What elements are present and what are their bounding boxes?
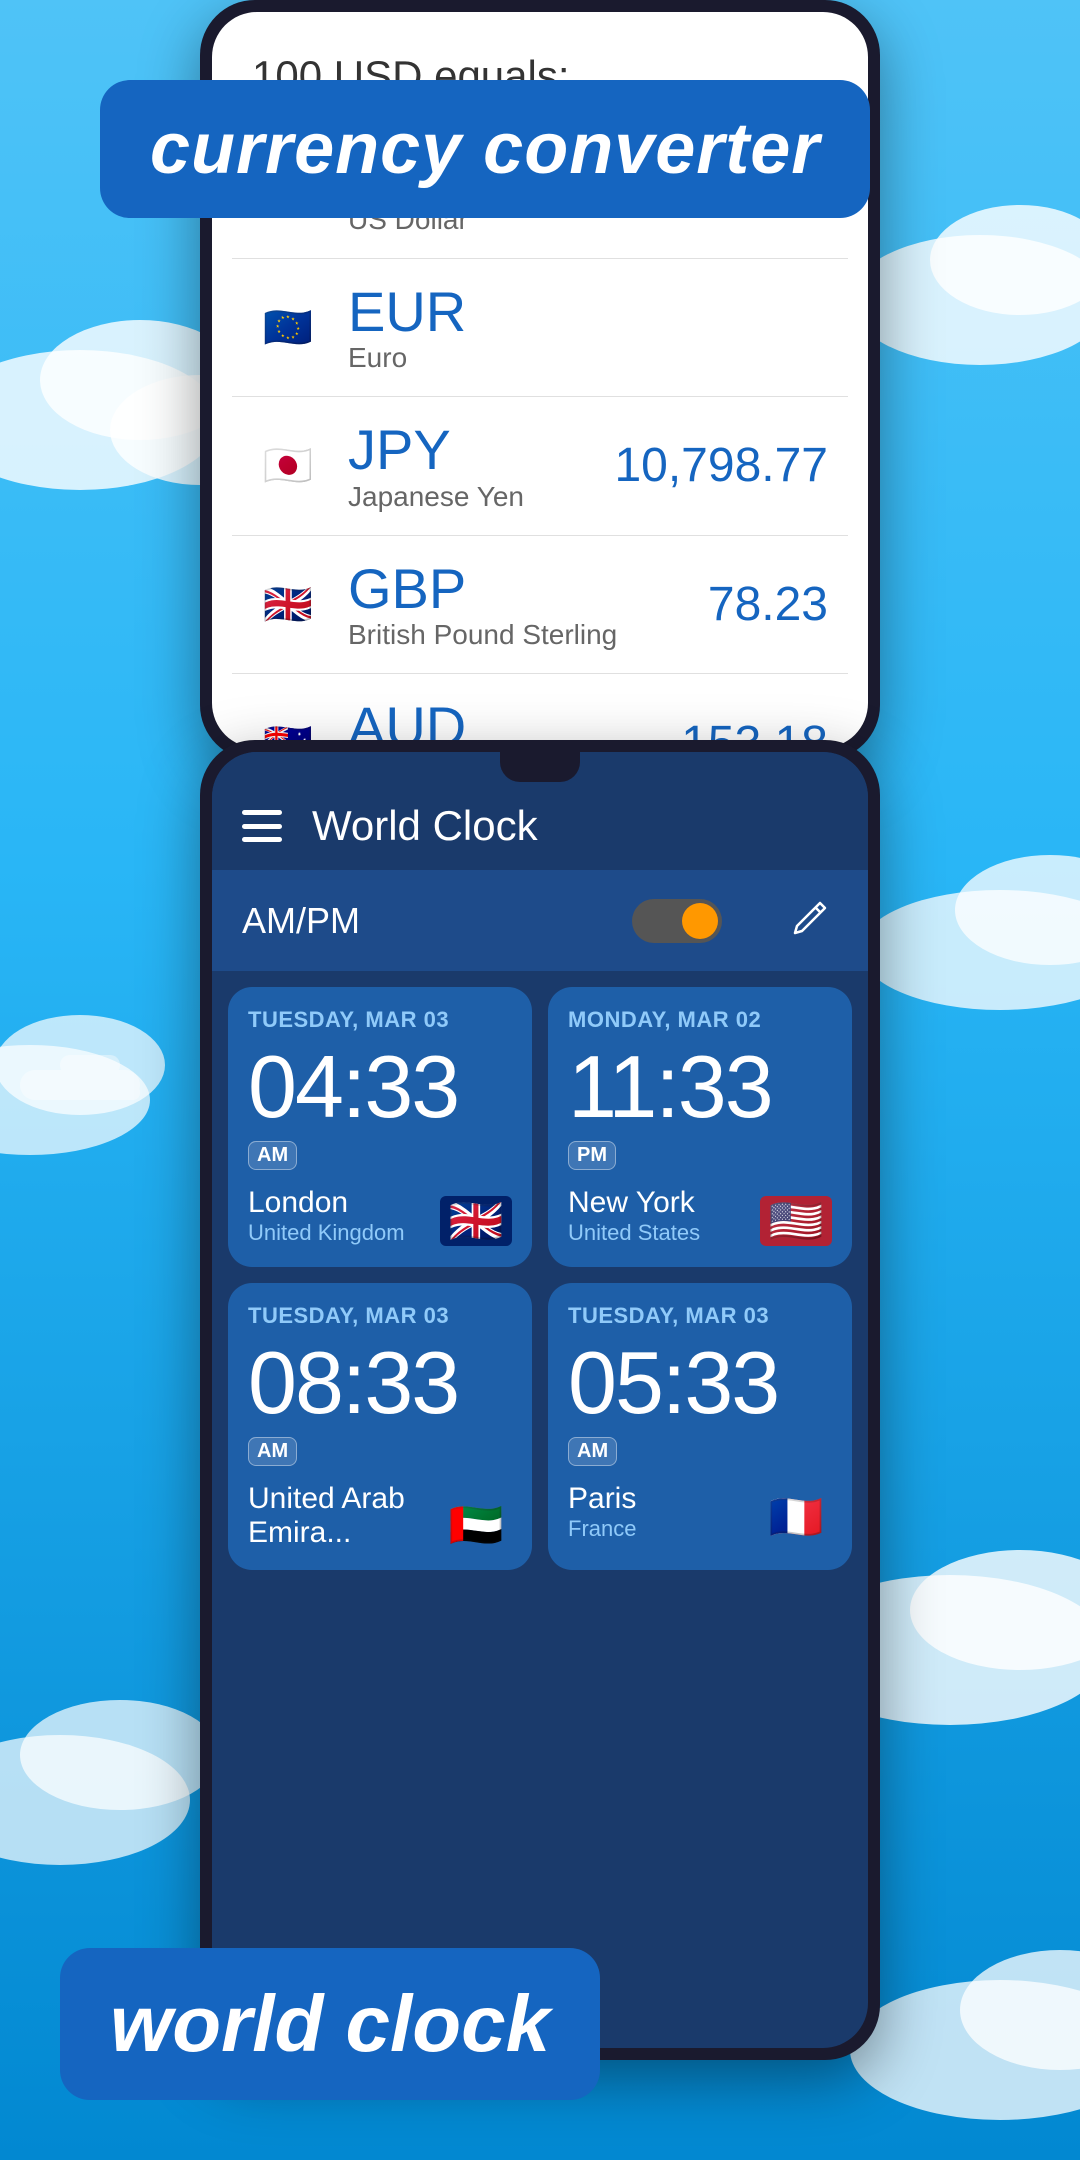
flag-uae — [440, 1500, 512, 1550]
clock-city-london: London United Kingdom — [248, 1186, 405, 1246]
clock-time-uae: 08:33 — [248, 1339, 512, 1427]
currency-item-jpy: 🇯🇵 JPY Japanese Yen 10,798.77 — [232, 397, 848, 536]
flag-london — [440, 1196, 512, 1246]
currency-info-gbp: GBP British Pound Sterling — [348, 558, 708, 652]
currency-name-gbp: British Pound Sterling — [348, 619, 708, 651]
clock-time-london: 04:33 — [248, 1043, 512, 1131]
clock-bottom-london: London United Kingdom — [248, 1186, 512, 1246]
currency-converter-label: currency converter — [100, 80, 870, 218]
clock-city-paris: Paris France — [568, 1482, 636, 1542]
world-clock-screen: World Clock AM/PM TUE — [212, 752, 868, 2048]
currency-name-eur: Euro — [348, 342, 828, 374]
clock-ampm-london: AM — [248, 1141, 297, 1170]
uae-flag — [440, 1500, 512, 1550]
currency-code-jpy: JPY — [348, 419, 614, 481]
phone-notch — [500, 752, 580, 782]
currency-item-aud: 🇦🇺 AUD Australian Dollar 153.18 — [232, 674, 848, 748]
clock-date-newyork: MONDAY, MAR 02 — [568, 1007, 832, 1033]
france-flag — [760, 1492, 832, 1542]
clock-date-london: TUESDAY, MAR 03 — [248, 1007, 512, 1033]
toggle-thumb — [682, 903, 718, 939]
ampm-bar: AM/PM — [212, 870, 868, 971]
world-clock-phone: World Clock AM/PM TUE — [200, 740, 880, 2060]
flag-jpy: 🇯🇵 — [252, 430, 324, 502]
currency-name-jpy: Japanese Yen — [348, 481, 614, 513]
clock-card-paris: TUESDAY, MAR 03 05:33 AM Paris France — [548, 1283, 852, 1570]
clock-ampm-uae: AM — [248, 1437, 297, 1466]
ampm-label: AM/PM — [242, 900, 360, 942]
menu-line-1 — [242, 810, 282, 815]
clock-grid: TUESDAY, MAR 03 04:33 AM London United K… — [212, 971, 868, 1586]
world-clock-label-text: world clock — [110, 1979, 550, 2068]
currency-item-eur: 🇪🇺 EUR Euro — [232, 259, 848, 398]
clock-bottom-uae: United Arab Emira... — [248, 1482, 512, 1550]
clock-ampm-newyork: PM — [568, 1141, 616, 1170]
currency-item-gbp: 🇬🇧 GBP British Pound Sterling 78.23 — [232, 536, 848, 675]
currency-code-eur: EUR — [348, 281, 828, 343]
world-clock-title: World Clock — [312, 802, 538, 850]
clock-time-newyork: 11:33 — [568, 1043, 832, 1131]
clock-date-uae: TUESDAY, MAR 03 — [248, 1303, 512, 1329]
menu-line-3 — [242, 837, 282, 842]
us-flag — [760, 1196, 832, 1246]
toggle-track — [632, 899, 722, 943]
clock-bottom-newyork: New York United States — [568, 1186, 832, 1246]
currency-converter-label-text: currency converter — [150, 109, 820, 189]
flag-gbp: 🇬🇧 — [252, 569, 324, 641]
currency-code-gbp: GBP — [348, 558, 708, 620]
uk-flag — [440, 1196, 512, 1246]
flag-eur: 🇪🇺 — [252, 291, 324, 363]
edit-button[interactable] — [782, 890, 838, 951]
currency-value-jpy: 10,798.77 — [614, 438, 828, 493]
clock-card-london: TUESDAY, MAR 03 04:33 AM London United K… — [228, 987, 532, 1267]
currency-info-eur: EUR Euro — [348, 281, 828, 375]
clock-time-paris: 05:33 — [568, 1339, 832, 1427]
clock-city-uae: United Arab Emira... — [248, 1482, 440, 1550]
menu-line-2 — [242, 824, 282, 829]
currency-info-jpy: JPY Japanese Yen — [348, 419, 614, 513]
ampm-toggle[interactable] — [632, 899, 722, 943]
clock-card-newyork: MONDAY, MAR 02 11:33 PM New York United … — [548, 987, 852, 1267]
world-clock-label: world clock — [60, 1948, 600, 2100]
pencil-icon — [790, 898, 830, 938]
menu-icon[interactable] — [242, 810, 282, 842]
clock-city-newyork: New York United States — [568, 1186, 700, 1246]
clock-date-paris: TUESDAY, MAR 03 — [568, 1303, 832, 1329]
currency-value-gbp: 78.23 — [708, 577, 828, 632]
flag-paris — [760, 1492, 832, 1542]
clock-bottom-paris: Paris France — [568, 1482, 832, 1542]
flag-newyork — [760, 1196, 832, 1246]
clock-ampm-paris: AM — [568, 1437, 617, 1466]
clock-card-uae: TUESDAY, MAR 03 08:33 AM United Arab Emi… — [228, 1283, 532, 1570]
